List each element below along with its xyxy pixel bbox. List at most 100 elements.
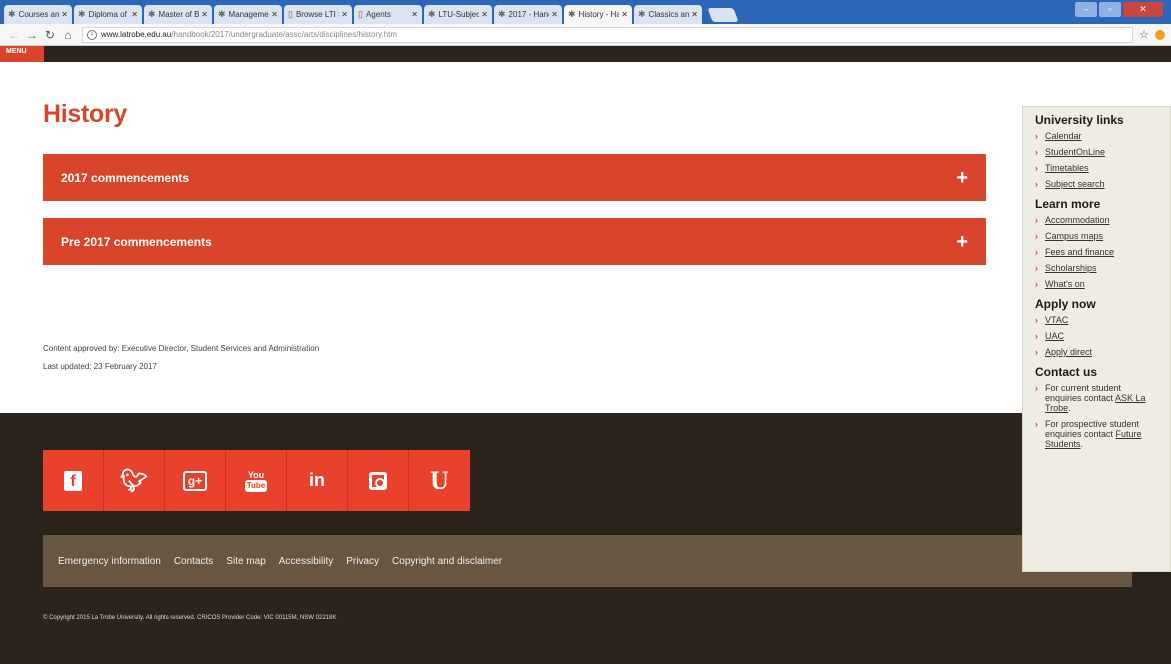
instagram-icon[interactable]	[348, 450, 409, 511]
info-icon[interactable]: i	[87, 29, 97, 40]
document-icon: ▯	[288, 9, 293, 19]
browser-tab[interactable]: ✱Classics and✕	[634, 5, 702, 24]
sidebar-contact-prospective: › For prospective student enquiries conta…	[1035, 419, 1142, 449]
site-favicon-icon: ✱	[568, 9, 576, 19]
page-title: History	[43, 100, 128, 128]
chevron-right-icon: ›	[1035, 347, 1038, 357]
footer-links: Emergency information Contacts Site map …	[43, 535, 1132, 587]
maximize-icon[interactable]: ▫	[1099, 2, 1121, 17]
sidebar-item-uac[interactable]: › UAC	[1035, 331, 1170, 341]
sidebar-heading-learn-more: Learn more	[1035, 197, 1101, 211]
back-arrow-icon[interactable]: ←	[6, 28, 22, 42]
site-favicon-icon: ✱	[428, 9, 436, 19]
tab-close-icon[interactable]: ✕	[411, 10, 418, 19]
extension-icon[interactable]	[1155, 29, 1165, 40]
youtube-icon[interactable]: You Tube	[226, 450, 287, 511]
sidebar-item-scholarships[interactable]: › Scholarships	[1035, 263, 1170, 273]
footer-link-accessibility[interactable]: Accessibility	[279, 556, 333, 567]
plus-icon[interactable]: +	[956, 168, 968, 188]
minimize-icon[interactable]: –	[1075, 2, 1097, 17]
last-updated: Last updated: 23 February 2017	[43, 362, 157, 371]
browser-tab[interactable]: ✱ Managemen ✕	[214, 5, 282, 24]
accordion-2017-commencements[interactable]: 2017 commencements +	[43, 154, 986, 201]
reload-icon[interactable]: ↻	[42, 28, 58, 42]
site-favicon-icon: ✱	[218, 9, 226, 19]
sidebar-item-apply-direct[interactable]: › Apply direct	[1035, 347, 1170, 357]
browser-tab[interactable]: ✱2017 - Handb✕	[494, 5, 562, 24]
sidebar-item-campus-maps[interactable]: › Campus maps	[1035, 231, 1170, 241]
footer-link-contacts[interactable]: Contacts	[174, 556, 213, 567]
sidebar-item-accommodation[interactable]: › Accommodation	[1035, 215, 1170, 225]
sidebar-item-calendar[interactable]: › Calendar	[1035, 131, 1170, 141]
site-favicon-icon: ✱	[638, 9, 646, 19]
footer-link-privacy[interactable]: Privacy	[346, 556, 379, 567]
sidebar-item-whats-on[interactable]: › What's on	[1035, 279, 1170, 289]
home-icon[interactable]: ⌂	[60, 28, 76, 42]
footer-link-sitemap[interactable]: Site map	[226, 556, 265, 567]
linkedin-icon[interactable]: in	[287, 450, 348, 511]
browser-toolbar: ← → ↻ ⌂ i www.latrobe.edu.au/handbook/20…	[0, 24, 1171, 46]
footer-link-copyright[interactable]: Copyright and disclaimer	[392, 556, 502, 567]
plus-icon[interactable]: +	[956, 232, 968, 252]
google-plus-icon[interactable]: g+	[165, 450, 226, 511]
sidebar-item-subject-search[interactable]: › Subject search	[1035, 179, 1170, 189]
site-favicon-icon: ✱	[78, 9, 86, 19]
new-tab-button[interactable]	[707, 8, 739, 22]
twitter-icon[interactable]: 🐦︎	[104, 450, 165, 511]
chevron-right-icon: ›	[1035, 279, 1038, 289]
right-sidebar: University links › Calendar › StudentOnLin…	[1022, 106, 1171, 572]
sidebar-item-vtac[interactable]: › VTAC	[1035, 315, 1170, 325]
tab-close-icon[interactable]: ✕	[131, 10, 138, 19]
browser-tabstrip: ✱Courses and✕ ✱Diploma of A✕ ✱Master of …	[0, 0, 1171, 24]
tab-close-icon[interactable]: ✕	[691, 10, 698, 19]
social-links: f 🐦︎ g+ You Tube in U	[43, 450, 470, 511]
browser-tab[interactable]: ✱LTU-Subjects✕	[424, 5, 492, 24]
site-favicon-icon: ✱	[8, 9, 16, 19]
sidebar-heading-contact-us: Contact us	[1035, 365, 1098, 379]
browser-tab[interactable]: ✱Diploma of A✕	[74, 5, 142, 24]
address-bar[interactable]: i www.latrobe.edu.au/handbook/2017/under…	[82, 26, 1134, 43]
window-close-icon[interactable]: ✕	[1123, 2, 1163, 17]
chevron-right-icon: ›	[1035, 247, 1038, 257]
browser-tab-active[interactable]: ✱History - Han✕	[564, 5, 632, 24]
tab-close-icon[interactable]: ✕	[271, 10, 278, 19]
tab-close-icon[interactable]: ✕	[61, 10, 68, 19]
tab-close-icon[interactable]: ✕	[551, 10, 558, 19]
chevron-right-icon: ›	[1035, 215, 1038, 225]
tab-close-icon[interactable]: ✕	[341, 10, 348, 19]
document-icon: ▯	[358, 9, 363, 19]
tab-close-icon[interactable]: ✕	[481, 10, 488, 19]
menu-button[interactable]: MENU	[0, 46, 44, 62]
facebook-icon[interactable]: f	[43, 450, 104, 511]
chevron-right-icon: ›	[1035, 331, 1038, 341]
tab-close-icon[interactable]: ✕	[621, 10, 628, 19]
content-approved-by: Content approved by: Executive Director,…	[43, 344, 320, 353]
chevron-right-icon: ›	[1035, 179, 1038, 189]
sidebar-heading-university-links: University links	[1035, 113, 1124, 127]
copyright-notice: © Copyright 2015 La Trobe University. Al…	[43, 615, 337, 621]
chevron-right-icon: ›	[1035, 231, 1038, 241]
chevron-right-icon: ›	[1035, 163, 1038, 173]
chevron-right-icon: ›	[1035, 419, 1038, 429]
tab-close-icon[interactable]: ✕	[201, 10, 208, 19]
sidebar-item-timetables[interactable]: › Timetables	[1035, 163, 1170, 173]
site-favicon-icon: ✱	[148, 9, 156, 19]
forward-arrow-icon[interactable]: →	[24, 28, 40, 42]
browser-tab[interactable]: ✱Courses and✕	[4, 5, 72, 24]
sidebar-item-studentonline[interactable]: › StudentOnLine	[1035, 147, 1170, 157]
uni-u-icon[interactable]: U	[409, 450, 470, 511]
accordion-pre-2017-commencements[interactable]: Pre 2017 commencements +	[43, 218, 986, 265]
sidebar-contact-current: › For current student enquiries contact A…	[1035, 383, 1146, 413]
accordion-label: 2017 commencements	[61, 170, 190, 185]
footer-link-emergency[interactable]: Emergency information	[58, 556, 161, 567]
accordion-label: Pre 2017 commencements	[61, 234, 212, 249]
browser-tab[interactable]: ▯ Agents ✕	[354, 5, 422, 24]
chevron-right-icon: ›	[1035, 131, 1038, 141]
browser-tab[interactable]: ✱Master of Bu✕	[144, 5, 212, 24]
site-favicon-icon: ✱	[498, 9, 506, 19]
bookmark-star-icon[interactable]: ☆	[1139, 28, 1149, 41]
sidebar-item-fees-finance[interactable]: › Fees and finance	[1035, 247, 1170, 257]
browser-tab[interactable]: ▯Browse LTI Si✕	[284, 5, 352, 24]
url-path: /handbook/2017/undergraduate/assc/arts/d…	[171, 30, 398, 39]
window-controls: – ▫ ✕	[1075, 2, 1163, 17]
